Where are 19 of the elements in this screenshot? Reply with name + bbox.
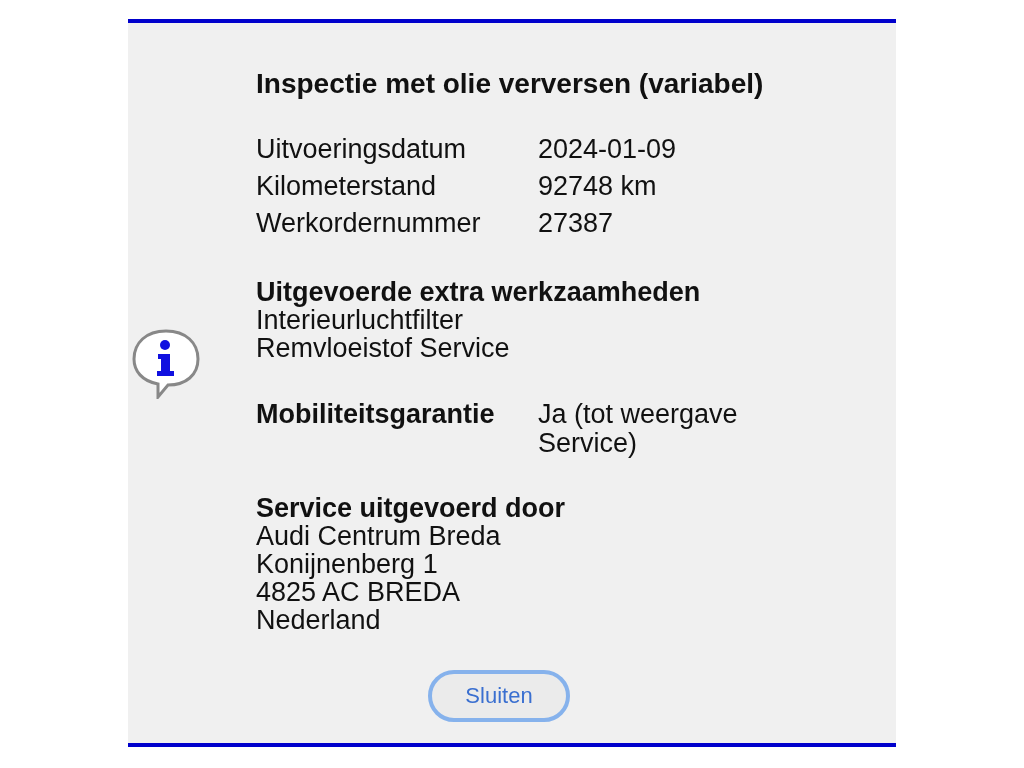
detail-value: 2024-01-09: [538, 133, 678, 166]
detail-value: 92748 km: [538, 170, 658, 203]
address-line: Konijnenberg 1: [256, 550, 439, 578]
section-heading: Uitgevoerde extra werkzaamheden: [256, 278, 702, 306]
address-line: Nederland: [256, 606, 382, 634]
work-item: Interieurluchtfilter: [256, 306, 465, 334]
mobility-value: Ja (tot weergave Service): [538, 400, 739, 458]
detail-label: Werkordernummer: [256, 207, 482, 240]
address-line: Audi Centrum Breda: [256, 522, 502, 550]
mobility-label: Mobiliteitsgarantie: [256, 400, 496, 431]
work-item: Remvloeistof Service: [256, 334, 511, 362]
section-heading: Service uitgevoerd door: [256, 494, 567, 522]
detail-label: Uitvoeringsdatum: [256, 133, 468, 166]
close-button[interactable]: Sluiten: [428, 670, 570, 722]
inspection-title: Inspectie met olie verversen (variabel): [256, 67, 765, 101]
detail-value: 27387: [538, 207, 615, 240]
address-line: 4825 AC BREDA: [256, 578, 462, 606]
detail-label: Kilometerstand: [256, 170, 438, 203]
info-speech-bubble-icon: [130, 327, 202, 399]
